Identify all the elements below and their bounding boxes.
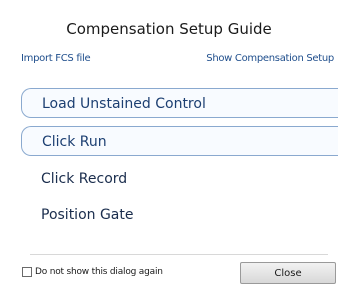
dialog-title: Compensation Setup Guide [66,20,272,38]
dont-show-again-row[interactable]: Do not show this dialog again [22,265,163,279]
show-compensation-setup-link[interactable]: Show Compensation Setup [206,53,334,64]
step-label: Click Record [41,171,128,187]
step-click-run[interactable]: Click Run [21,126,338,156]
compensation-setup-dialog: Compensation Setup Guide Import FCS file… [0,0,338,289]
dont-show-again-label: Do not show this dialog again [35,267,163,277]
import-fcs-file-link[interactable]: Import FCS file [21,53,91,64]
footer-divider [30,254,328,255]
dont-show-again-checkbox[interactable] [22,267,32,277]
step-label: Load Unstained Control [42,96,206,112]
step-position-gate[interactable]: Position Gate [21,200,338,230]
step-label: Click Run [42,134,107,150]
step-label: Position Gate [41,207,134,223]
step-click-record[interactable]: Click Record [21,164,338,194]
close-button[interactable]: Close [240,262,336,284]
step-load-unstained-control[interactable]: Load Unstained Control [21,88,338,118]
